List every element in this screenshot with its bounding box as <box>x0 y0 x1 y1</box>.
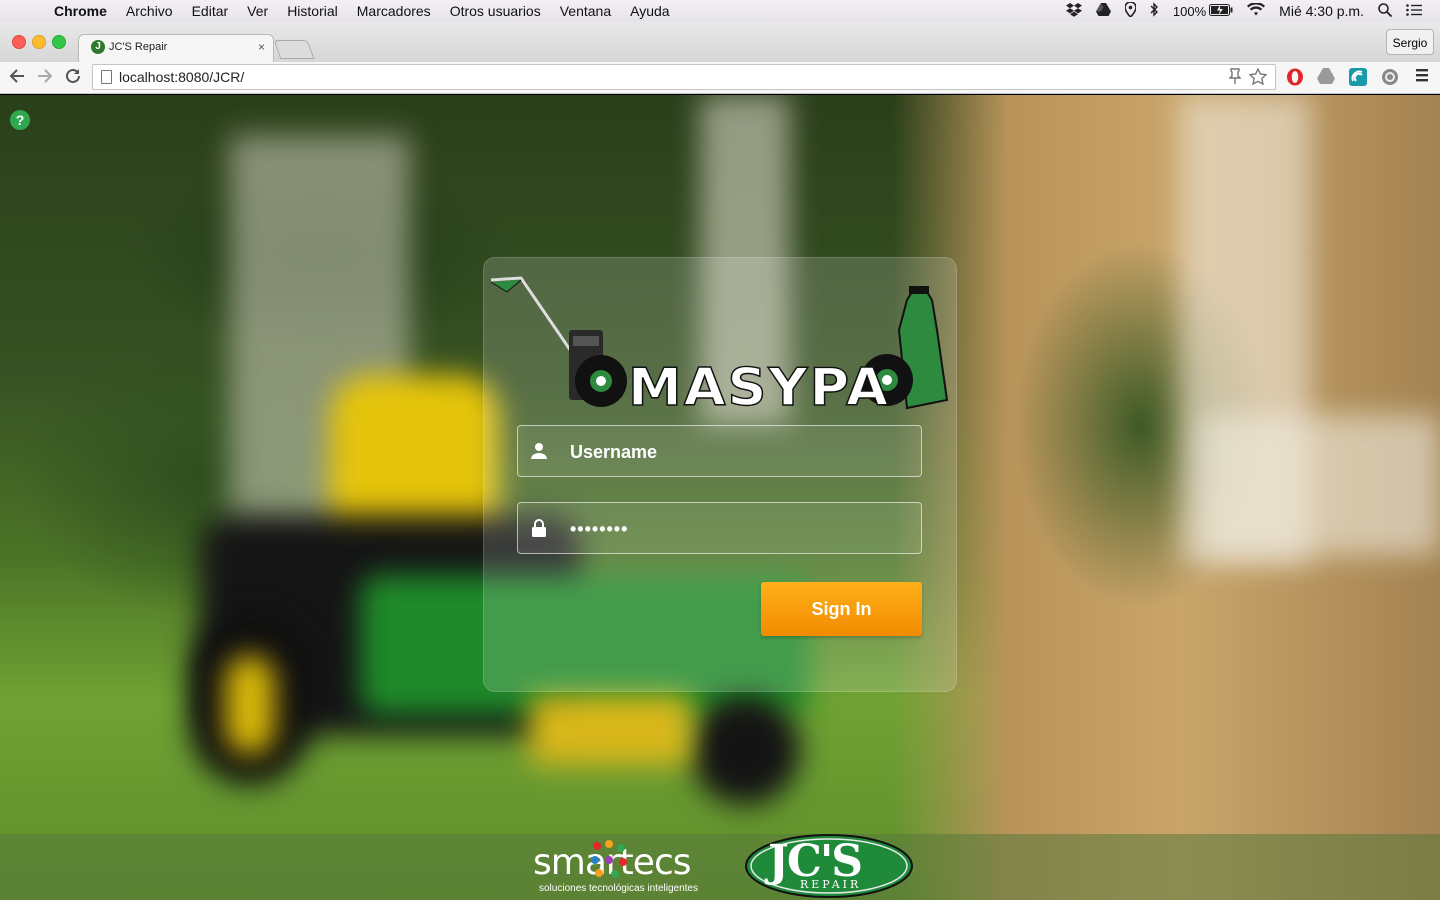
password-input[interactable] <box>568 516 912 542</box>
profile-button[interactable]: Sergio <box>1386 29 1434 55</box>
tab-favicon-icon: J <box>91 40 105 54</box>
tab-close-icon[interactable]: × <box>258 40 265 54</box>
smartecs-logo: smartecs soluciones tecnológicas intelig… <box>533 840 743 898</box>
gray-extension-icon[interactable] <box>1381 68 1399 86</box>
new-tab-button[interactable] <box>273 40 315 59</box>
menu-ayuda[interactable]: Ayuda <box>630 3 669 19</box>
smartecs-tagline: soluciones tecnológicas inteligentes <box>539 883 698 894</box>
menu-historial[interactable]: Historial <box>287 3 338 19</box>
mower-lower-deck <box>530 695 690 765</box>
user-icon <box>531 443 547 459</box>
masypa-logo-text: MASYPA <box>627 357 890 418</box>
menu-marcadores[interactable]: Marcadores <box>357 3 431 19</box>
macos-menubar: Chrome Archivo Editar Ver Historial Marc… <box>0 0 1440 22</box>
lock-icon <box>532 519 546 537</box>
teal-extension-icon[interactable] <box>1349 68 1367 86</box>
menu-archivo[interactable]: Archivo <box>126 3 173 19</box>
tab-title: JC'S Repair <box>109 41 168 53</box>
menubar-status-area: 100% Mié 4:30 p.m. <box>1052 0 1422 22</box>
menu-otros-usuarios[interactable]: Otros usuarios <box>450 3 541 19</box>
location-icon[interactable] <box>1124 1 1137 20</box>
menu-ver[interactable]: Ver <box>247 3 268 19</box>
mower-hub-left <box>225 655 275 755</box>
drive-extension-icon[interactable] <box>1317 68 1335 86</box>
minimize-window-icon[interactable] <box>32 35 46 49</box>
battery-icon[interactable] <box>1209 3 1233 19</box>
smartecs-dots-icon <box>591 840 627 878</box>
address-bar[interactable]: localhost:8080/JCR/ <box>92 64 1276 90</box>
close-window-icon[interactable] <box>12 35 26 49</box>
spotlight-search-icon[interactable] <box>1378 2 1393 20</box>
opera-extension-icon[interactable] <box>1286 68 1304 86</box>
notification-center-icon[interactable] <box>1406 3 1422 19</box>
menubar-clock[interactable]: Mié 4:30 p.m. <box>1279 3 1364 19</box>
chrome-menu-icon[interactable] <box>1413 68 1431 86</box>
username-field[interactable] <box>517 425 922 477</box>
menu-ventana[interactable]: Ventana <box>560 3 611 19</box>
forward-icon[interactable] <box>36 67 54 90</box>
address-bar-url[interactable]: localhost:8080/JCR/ <box>119 69 244 85</box>
sign-in-button[interactable]: Sign In <box>761 582 922 636</box>
battery-percentage[interactable]: 100% <box>1173 4 1206 19</box>
jcs-logo-sub: REPAIR <box>800 878 862 891</box>
page-info-icon[interactable] <box>101 70 112 84</box>
reload-icon[interactable] <box>64 67 82 90</box>
browser-tab-active[interactable]: J JC'S Repair × <box>78 34 274 62</box>
mower-wheel-right <box>690 695 800 805</box>
dropbox-icon[interactable] <box>1065 2 1082 20</box>
password-field[interactable] <box>517 502 922 554</box>
wifi-icon[interactable] <box>1247 2 1266 19</box>
bookmark-star-icon[interactable] <box>1248 67 1268 90</box>
help-icon[interactable]: ? <box>10 110 30 130</box>
pin-icon[interactable] <box>1228 68 1242 89</box>
maximize-window-icon[interactable] <box>52 35 66 49</box>
bluetooth-icon[interactable] <box>1150 2 1159 20</box>
porch-steps <box>1200 415 1440 555</box>
username-input[interactable] <box>568 439 912 465</box>
menu-editar[interactable]: Editar <box>192 3 229 19</box>
drive-icon[interactable] <box>1095 3 1111 19</box>
menu-app-chrome[interactable]: Chrome <box>54 3 107 19</box>
back-icon[interactable] <box>8 67 26 90</box>
jcs-repair-logo: JC'S REPAIR <box>744 834 914 898</box>
